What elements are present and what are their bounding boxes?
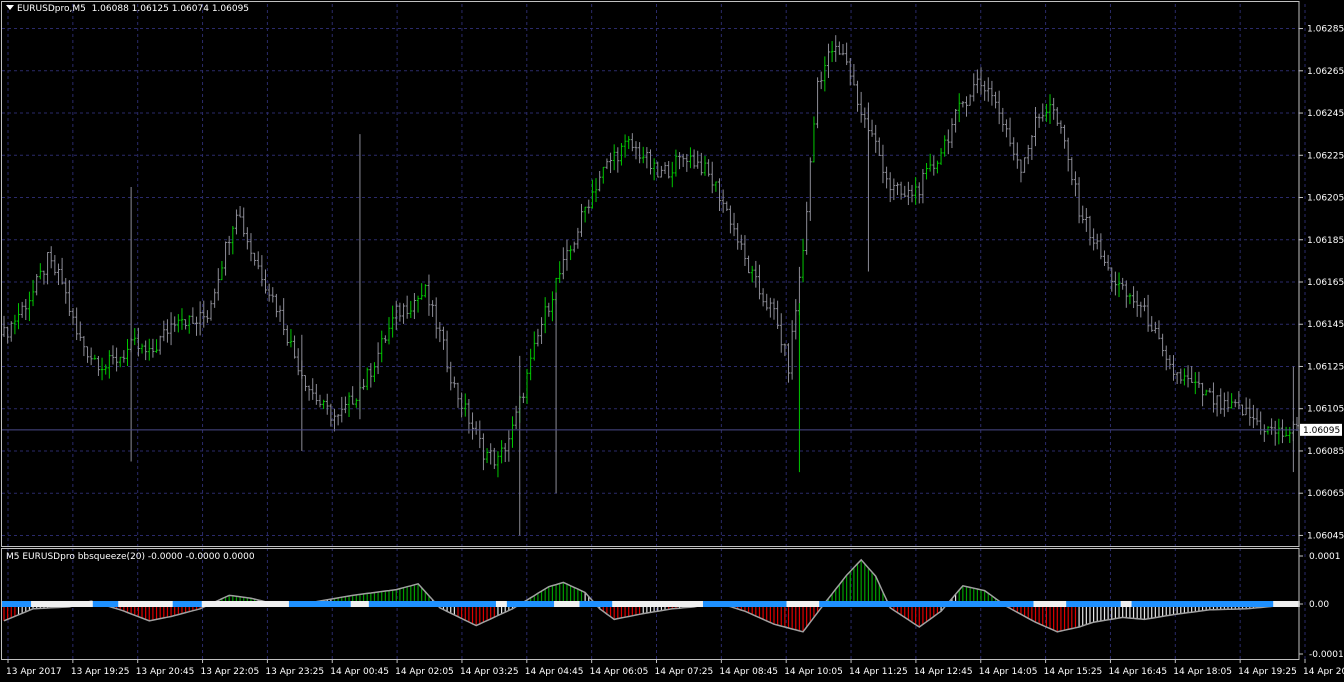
price-tick-label: 1.06105 xyxy=(1307,405,1344,415)
price-tick-label: 1.06225 xyxy=(1307,151,1344,161)
indicator-axis[interactable]: 0.0001 0.00 -0.0001 xyxy=(1299,552,1344,660)
indicator-tick-label: 0.0001 xyxy=(1309,552,1341,562)
dropdown-triangle-icon[interactable] xyxy=(6,5,14,10)
time-tick-label: 13 Apr 22:05 xyxy=(201,667,260,677)
time-tick-label: 14 Apr 12:45 xyxy=(914,667,973,677)
time-tick-label: 14 Apr 16:45 xyxy=(1108,667,1167,677)
histogram-outline xyxy=(3,558,1298,633)
time-tick-label: 14 Apr 06:05 xyxy=(590,667,649,677)
price-tick-label: 1.06145 xyxy=(1307,320,1344,330)
squeeze-dots xyxy=(2,601,1300,607)
time-tick-label: 13 Apr 2017 xyxy=(6,667,62,677)
squeeze-histogram xyxy=(3,558,1298,633)
symbol-label: EURUSDpro,M5 xyxy=(17,4,86,14)
time-tick-label: 14 Apr 03:25 xyxy=(460,667,519,677)
price-tick-label: 1.06165 xyxy=(1307,278,1344,288)
price-tick-label: 1.06085 xyxy=(1307,447,1344,457)
price-tick-label: 1.06125 xyxy=(1307,362,1344,372)
time-tick-label: 13 Apr 20:45 xyxy=(136,667,195,677)
indicator-tick-label: -0.0001 xyxy=(1309,650,1344,660)
chart-title[interactable]: EURUSDpro,M5 1.06088 1.06125 1.06074 1.0… xyxy=(6,4,249,14)
price-tick-label: 1.06185 xyxy=(1307,236,1344,246)
current-price-label: 1.06095 xyxy=(1303,426,1340,436)
time-tick-label: 14 Apr 20:45 xyxy=(1303,667,1344,677)
time-tick-label: 14 Apr 14:05 xyxy=(979,667,1038,677)
price-tick-label: 1.06205 xyxy=(1307,194,1344,204)
main-pane-frame xyxy=(1,1,1300,547)
time-tick-label: 14 Apr 02:05 xyxy=(395,667,454,677)
price-tick-label: 1.06045 xyxy=(1307,531,1344,541)
chart-canvas: 1.06285 1.06265 1.06245 1.06225 1.06205 1.061… xyxy=(1,1,1344,677)
time-tick-label: 14 Apr 04:45 xyxy=(525,667,584,677)
time-tick-label: 14 Apr 18:05 xyxy=(1173,667,1232,677)
time-tick-label: 14 Apr 19:25 xyxy=(1238,667,1297,677)
time-tick-label: 13 Apr 23:25 xyxy=(265,667,324,677)
price-tick-label: 1.06265 xyxy=(1307,67,1344,77)
time-axis[interactable]: 13 Apr 2017 13 Apr 19:25 13 Apr 20:45 13 Ap… xyxy=(6,659,1344,677)
time-tick-label: 14 Apr 11:25 xyxy=(849,667,908,677)
price-bars xyxy=(2,35,1299,536)
time-tick-label: 14 Apr 10:05 xyxy=(784,667,843,677)
time-tick-label: 13 Apr 19:25 xyxy=(71,667,130,677)
indicator-title: M5 EURUSDpro bbsqueeze(20) -0.0000 -0.00… xyxy=(6,552,255,562)
time-tick-label: 14 Apr 08:45 xyxy=(719,667,778,677)
price-axis[interactable]: 1.06285 1.06265 1.06245 1.06225 1.06205 1.061… xyxy=(1299,25,1344,542)
ohlc-values: 1.06088 1.06125 1.06074 1.06095 xyxy=(91,4,250,14)
time-tick-label: 14 Apr 15:25 xyxy=(1044,667,1103,677)
price-tick-label: 1.06065 xyxy=(1307,489,1344,499)
price-tick-label: 1.06245 xyxy=(1307,109,1344,119)
time-tick-label: 14 Apr 07:25 xyxy=(655,667,714,677)
main-gridlines xyxy=(2,4,1306,546)
time-tick-label: 14 Apr 00:45 xyxy=(330,667,389,677)
indicator-tick-label: 0.00 xyxy=(1309,600,1329,610)
price-tick-label: 1.06285 xyxy=(1307,25,1344,35)
